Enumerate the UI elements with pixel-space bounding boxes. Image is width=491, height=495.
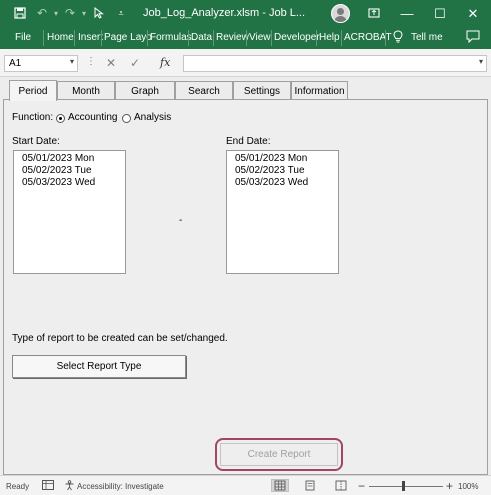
end-date-label: End Date: xyxy=(226,136,271,147)
close-button[interactable]: ✕ xyxy=(458,0,488,27)
formula-input[interactable]: ▾ xyxy=(183,55,487,72)
tab-graph[interactable]: Graph xyxy=(115,81,175,100)
list-item[interactable]: 05/02/2023 Tue xyxy=(22,165,125,177)
window-title: Job_Log_Analyzer.xlsm - Job L... xyxy=(143,7,306,19)
ribbon-tab-help[interactable]: Help xyxy=(319,32,340,43)
ribbon-display-options-icon[interactable] xyxy=(367,6,381,20)
start-date-label: Start Date: xyxy=(12,136,60,147)
list-item[interactable]: 05/03/2023 Wed xyxy=(235,177,338,189)
name-box[interactable]: A1 ▾ xyxy=(4,55,78,72)
ribbon-tabs: File Home Insert Page Layo Formulas Data… xyxy=(0,27,491,49)
more-options-icon[interactable]: ⋮ xyxy=(86,56,96,67)
start-date-listbox[interactable]: 05/01/2023 Mon 05/02/2023 Tue 05/03/2023… xyxy=(13,150,126,274)
normal-view-button[interactable] xyxy=(271,479,289,492)
redo-icon[interactable]: ↷ xyxy=(63,6,77,20)
user-name xyxy=(298,7,328,17)
zoom-in-button[interactable]: + xyxy=(446,479,453,493)
range-separator: - xyxy=(179,215,183,226)
period-panel: Function: Accounting Analysis Start Date… xyxy=(3,99,488,475)
accessibility-icon[interactable] xyxy=(64,480,75,493)
lightbulb-icon[interactable] xyxy=(393,30,403,46)
analysis-radio-label[interactable]: Analysis xyxy=(134,112,171,123)
accounting-radio-label[interactable]: Accounting xyxy=(68,112,117,123)
zoom-out-button[interactable]: − xyxy=(358,479,365,493)
ribbon-tab-review[interactable]: Review xyxy=(216,32,249,43)
status-text: Ready xyxy=(6,482,30,491)
ribbon-tab-file[interactable]: File xyxy=(15,32,31,43)
accessibility-status[interactable]: Accessibility: Investigate xyxy=(77,482,164,491)
create-report-button[interactable]: Create Report xyxy=(220,443,338,466)
end-date-listbox[interactable]: 05/01/2023 Mon 05/02/2023 Tue 05/03/2023… xyxy=(226,150,339,274)
report-type-note: Type of report to be created can be set/… xyxy=(12,333,228,344)
page-break-view-button[interactable] xyxy=(332,479,350,492)
name-box-value: A1 xyxy=(9,58,22,69)
ribbon-tab-data[interactable]: Data xyxy=(191,32,212,43)
accounting-radio[interactable] xyxy=(56,114,65,123)
formula-bar-area: A1 ▾ ⋮ ✕ ✓ fx ▾ xyxy=(0,49,491,77)
insert-function-icon[interactable]: fx xyxy=(160,56,170,69)
redo-dropdown-icon[interactable]: ▾ xyxy=(77,6,91,20)
customize-toolbar-icon[interactable]: ⩡ xyxy=(114,6,128,20)
ribbon-tab-developer[interactable]: Developer xyxy=(274,32,320,43)
page-layout-view-button[interactable] xyxy=(301,479,319,492)
chevron-down-icon[interactable]: ▾ xyxy=(70,57,74,66)
tab-search[interactable]: Search xyxy=(175,81,233,100)
ribbon-tab-insert[interactable]: Insert xyxy=(78,32,103,43)
function-label: Function: xyxy=(12,112,54,123)
list-item[interactable]: 05/01/2023 Mon xyxy=(235,153,338,165)
status-bar: Ready Accessibility: Investigate − + 100… xyxy=(0,475,491,495)
minimize-button[interactable]: — xyxy=(392,0,422,27)
zoom-slider-handle[interactable] xyxy=(402,481,405,491)
list-item[interactable]: 05/02/2023 Tue xyxy=(235,165,338,177)
tell-me-search[interactable]: Tell me xyxy=(411,32,443,43)
expand-formula-bar-icon[interactable]: ▾ xyxy=(479,57,483,66)
ribbon-tab-view[interactable]: View xyxy=(249,32,271,43)
list-item[interactable]: 05/01/2023 Mon xyxy=(22,153,125,165)
tab-information[interactable]: Information xyxy=(291,81,348,100)
cancel-icon[interactable]: ✕ xyxy=(106,56,116,70)
avatar[interactable] xyxy=(331,4,350,23)
enter-icon[interactable]: ✓ xyxy=(130,56,140,70)
maximize-button[interactable]: ☐ xyxy=(425,0,455,27)
list-item[interactable]: 05/03/2023 Wed xyxy=(22,177,125,189)
zoom-slider-track[interactable] xyxy=(369,486,443,487)
ribbon-tab-page-layout[interactable]: Page Layo xyxy=(104,32,152,43)
undo-dropdown-icon[interactable]: ▾ xyxy=(49,6,63,20)
undo-icon[interactable]: ↶ xyxy=(35,6,49,20)
analysis-radio[interactable] xyxy=(122,114,131,123)
userform: Period Month Graph Search Settings Infor… xyxy=(0,77,491,475)
select-report-type-button[interactable]: Select Report Type xyxy=(12,355,186,378)
title-bar: ↶ ▾ ↷ ▾ ⩡ Job_Log_Analyzer.xlsm - Job L.… xyxy=(0,0,491,27)
tab-settings[interactable]: Settings xyxy=(233,81,291,100)
cell-mode-icon[interactable] xyxy=(42,480,54,492)
zoom-level[interactable]: 100% xyxy=(458,482,478,491)
tab-month[interactable]: Month xyxy=(57,81,115,100)
ribbon-tab-formulas[interactable]: Formulas xyxy=(150,32,192,43)
comments-icon[interactable] xyxy=(466,30,480,46)
cursor-icon[interactable] xyxy=(92,6,106,20)
save-icon[interactable] xyxy=(13,6,27,20)
tab-period[interactable]: Period xyxy=(9,80,57,101)
ribbon-tab-home[interactable]: Home xyxy=(47,32,74,43)
